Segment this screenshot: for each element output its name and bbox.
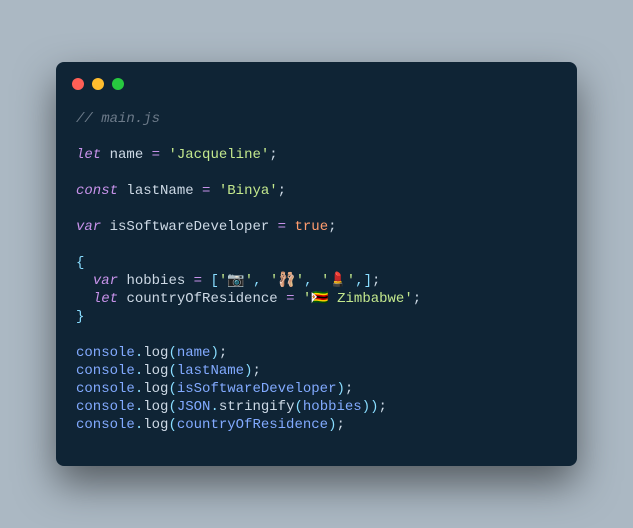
titlebar — [56, 62, 577, 94]
ident-lastname: lastName — [126, 183, 193, 199]
arg-isdev: isSoftwareDeveloper — [177, 381, 337, 397]
semi: ; — [252, 363, 260, 379]
paren-open: ( — [168, 345, 176, 361]
ident-console: console — [76, 399, 135, 415]
minimize-icon[interactable] — [92, 78, 104, 90]
paren-open: ( — [168, 417, 176, 433]
ident-console: console — [76, 381, 135, 397]
dot: . — [135, 381, 143, 397]
ident-json: JSON — [177, 399, 211, 415]
op-eq: = — [278, 291, 303, 307]
ident-hobbies: hobbies — [126, 273, 185, 289]
keyword-let: let — [76, 147, 101, 163]
paren-close: ) — [336, 381, 344, 397]
comma: , — [355, 273, 363, 289]
method-log: log — [143, 381, 168, 397]
ident-console: console — [76, 363, 135, 379]
method-stringify: stringify — [219, 399, 295, 415]
dot: . — [135, 417, 143, 433]
dot: . — [210, 399, 218, 415]
method-log: log — [143, 345, 168, 361]
ident-console: console — [76, 417, 135, 433]
op-eq: = — [194, 183, 219, 199]
ident-console: console — [76, 345, 135, 361]
string-hobby3: '💄' — [321, 273, 355, 289]
bracket-close: ] — [364, 273, 372, 289]
arg-name: name — [177, 345, 211, 361]
maximize-icon[interactable] — [112, 78, 124, 90]
code-window: // main.js let name = 'Jacqueline'; cons… — [56, 62, 577, 467]
semi: ; — [328, 219, 336, 235]
method-log: log — [143, 399, 168, 415]
close-icon[interactable] — [72, 78, 84, 90]
comma: , — [304, 273, 321, 289]
string-country: '🇿🇼 Zimbabwe' — [303, 291, 413, 307]
paren-close: ) — [210, 345, 218, 361]
paren-open: ( — [168, 363, 176, 379]
dot: . — [135, 345, 143, 361]
bracket-open: [ — [210, 273, 218, 289]
brace-open: { — [76, 255, 84, 271]
semi: ; — [413, 291, 421, 307]
brace-close: } — [76, 309, 84, 325]
semi: ; — [336, 417, 344, 433]
arg-country: countryOfResidence — [177, 417, 328, 433]
ident-country: countryOfResidence — [126, 291, 277, 307]
semi: ; — [345, 381, 353, 397]
string-hobby1: '📷' — [219, 273, 253, 289]
paren-open: ( — [168, 381, 176, 397]
arg-lastname: lastName — [177, 363, 244, 379]
keyword-var: var — [93, 273, 118, 289]
keyword-let: let — [93, 291, 118, 307]
string-binya: 'Binya' — [219, 183, 278, 199]
keyword-const: const — [76, 183, 118, 199]
method-log: log — [143, 363, 168, 379]
op-eq: = — [185, 273, 210, 289]
comma: , — [253, 273, 270, 289]
dot: . — [135, 363, 143, 379]
keyword-var: var — [76, 219, 101, 235]
semi: ; — [379, 399, 387, 415]
arg-hobbies: hobbies — [303, 399, 362, 415]
semi: ; — [269, 147, 277, 163]
paren-open: ( — [168, 399, 176, 415]
method-log: log — [143, 417, 168, 433]
dot: . — [135, 399, 143, 415]
ident-name: name — [110, 147, 144, 163]
code-comment: // main.js — [76, 111, 160, 127]
ident-isdev: isSoftwareDeveloper — [110, 219, 270, 235]
op-eq: = — [143, 147, 168, 163]
paren-open: ( — [294, 399, 302, 415]
code-block: // main.js let name = 'Jacqueline'; cons… — [56, 94, 577, 467]
string-jacqueline: 'Jacqueline' — [168, 147, 269, 163]
string-hobby2: '🩰' — [270, 273, 304, 289]
semi: ; — [372, 273, 380, 289]
paren-close: ) — [362, 399, 370, 415]
op-eq: = — [269, 219, 294, 235]
semi: ; — [278, 183, 286, 199]
semi: ; — [219, 345, 227, 361]
paren-close: ) — [370, 399, 378, 415]
bool-true: true — [294, 219, 328, 235]
